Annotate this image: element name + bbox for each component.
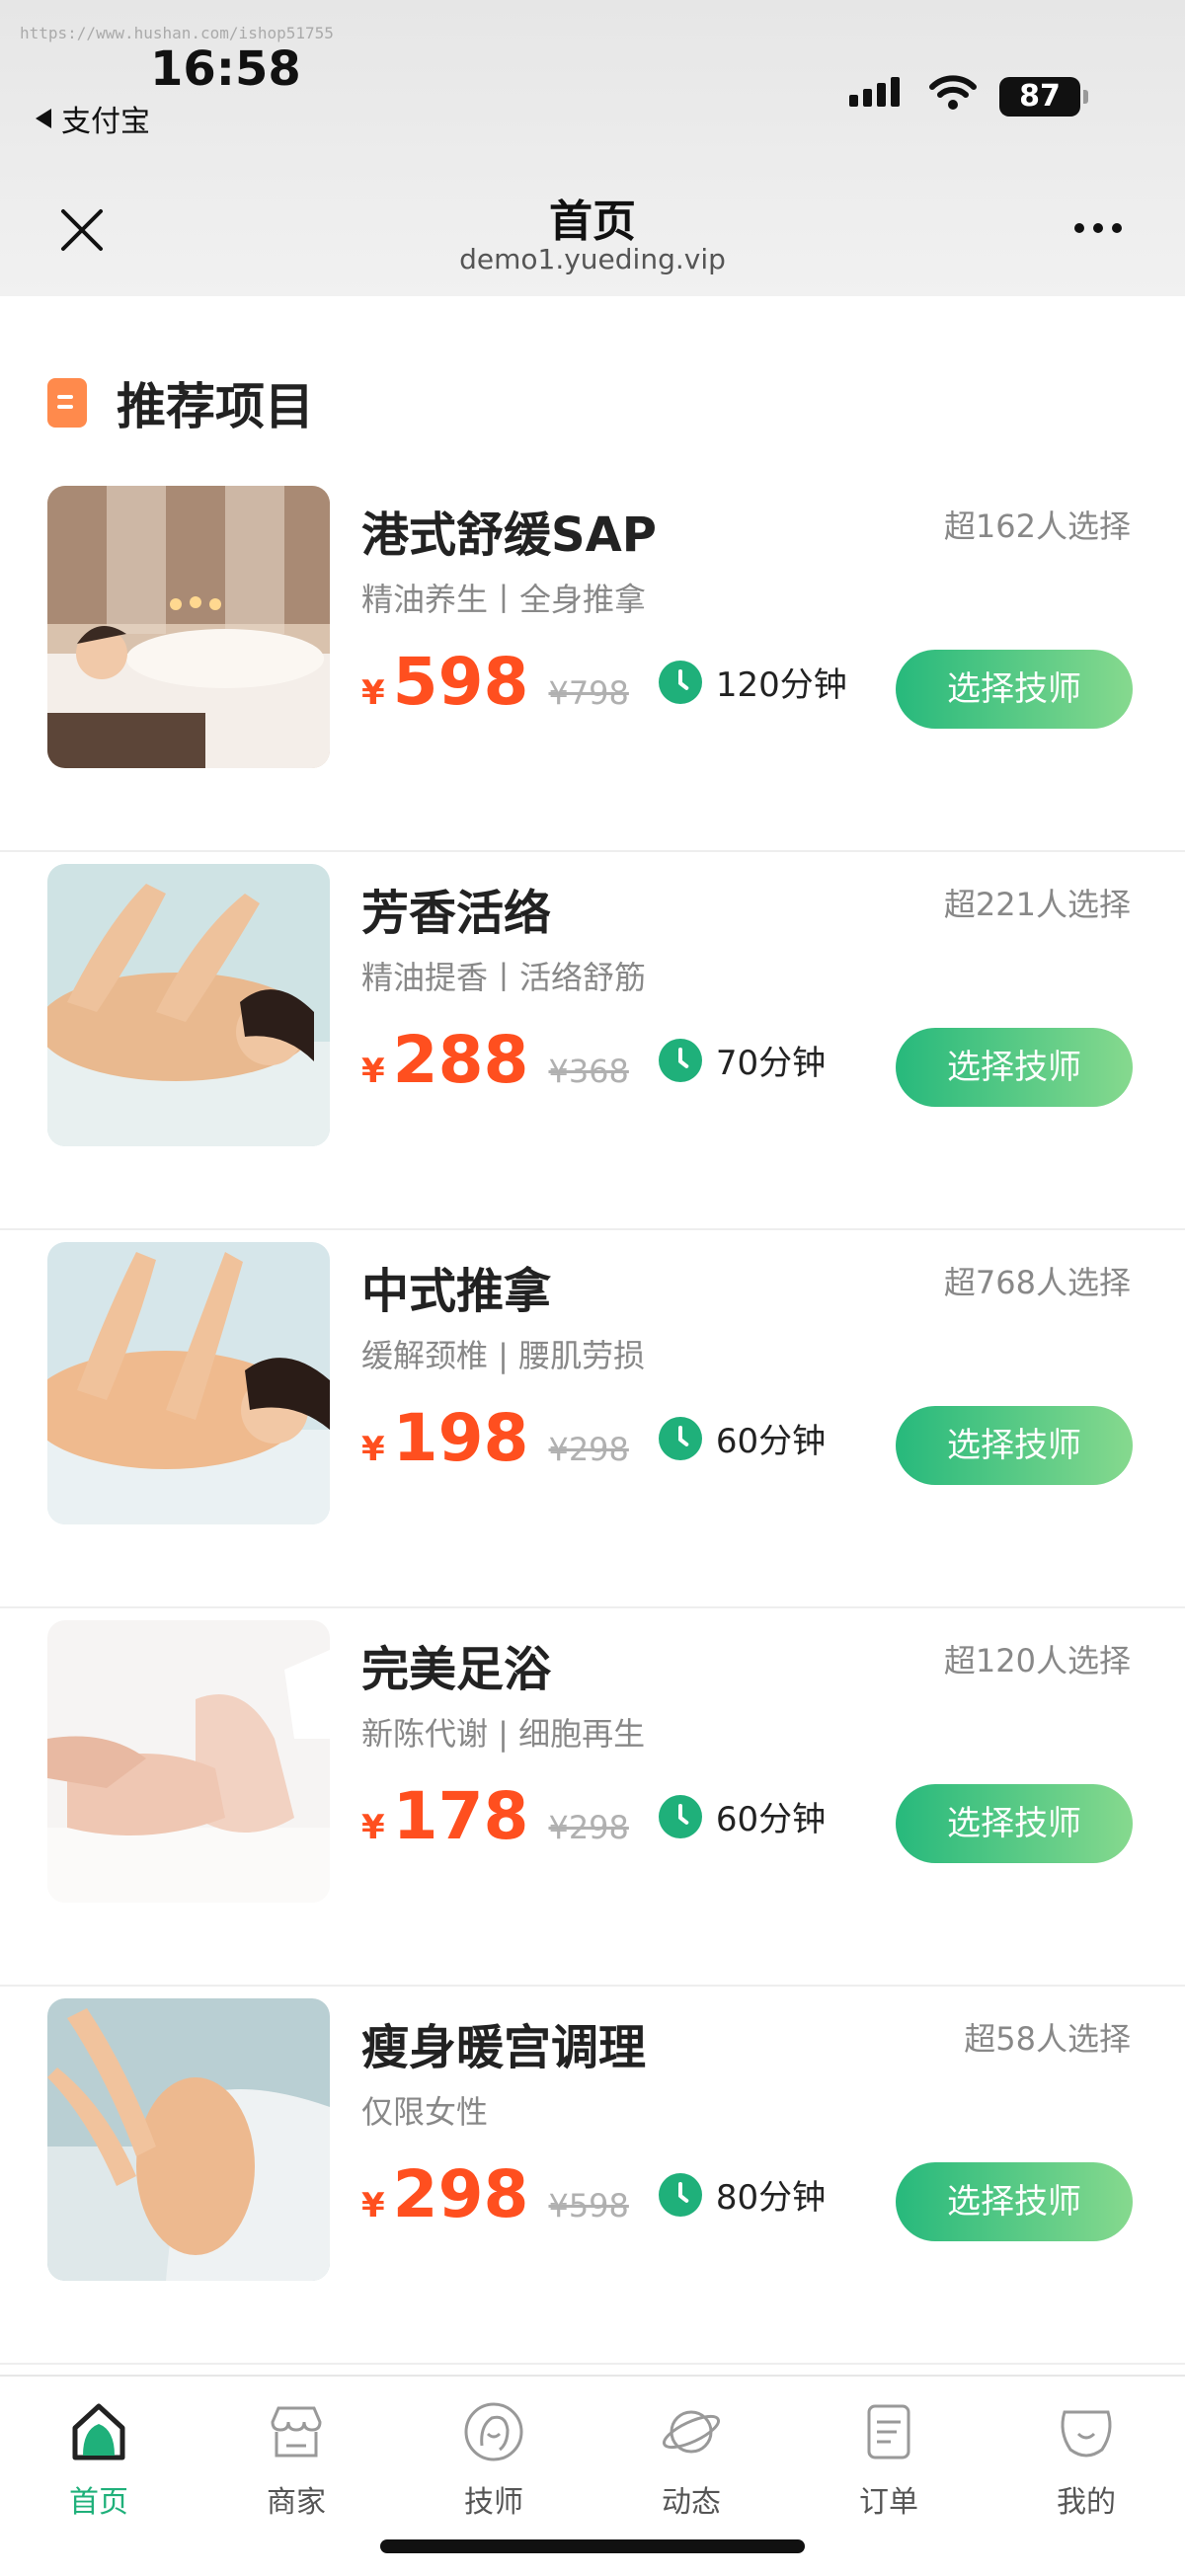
price-row: ¥ 178 ¥298 60分钟 [361, 1778, 826, 1854]
service-name: 港式舒缓SAP [361, 507, 657, 563]
service-name: 芳香活络 [361, 886, 552, 941]
service-item[interactable]: 中式推拿 超768人选择 缓解颈椎 | 腰肌劳损 ¥ 198 ¥298 60分钟… [0, 1230, 1185, 1608]
service-popularity: 超120人选择 [943, 1642, 1131, 1679]
section-title: 推荐项目 [117, 378, 314, 435]
clock-icon [658, 660, 702, 704]
service-popularity: 超768人选择 [943, 1264, 1131, 1301]
service-image [47, 1620, 330, 1903]
price-row: ¥ 598 ¥798 120分钟 [361, 644, 847, 720]
service-name: 瘦身暖宫调理 [361, 2020, 647, 2075]
page-title: 首页 [549, 196, 636, 247]
service-item[interactable]: 完美足浴 超120人选择 新陈代谢 | 细胞再生 ¥ 178 ¥298 60分钟… [0, 1608, 1185, 1987]
original-price: ¥298 [548, 1809, 629, 1846]
tab-label: 我的 [1057, 2485, 1116, 2520]
planet-icon [662, 2410, 721, 2454]
select-technician-button[interactable]: 选择技师 [896, 1028, 1133, 1107]
duration: 60分钟 [658, 1792, 827, 1840]
original-price: ¥298 [548, 1431, 629, 1468]
tab-feed[interactable]: 动态 [592, 2400, 790, 2521]
profile-icon [1061, 2410, 1112, 2458]
service-popularity: 超162人选择 [943, 507, 1131, 545]
cellular-signal-icon [849, 77, 900, 107]
page-domain: demo1.yueding.vip [459, 243, 726, 275]
tab-orders[interactable]: 订单 [790, 2400, 988, 2521]
service-item[interactable]: 瘦身暖宫调理 超58人选择 仅限女性 ¥ 298 ¥598 80分钟 选择技师 [0, 1987, 1185, 2365]
section-header: 推荐项目 [47, 367, 314, 438]
back-arrow-icon [36, 109, 51, 128]
select-technician-button[interactable]: 选择技师 [896, 650, 1133, 729]
service-tags: 新陈代谢 | 细胞再生 [361, 1715, 646, 1753]
currency-symbol: ¥ [361, 1808, 385, 1847]
duration-label: 60分钟 [715, 1422, 827, 1461]
service-item[interactable]: 港式舒缓SAP 超162人选择 精油养生丨全身推拿 ¥ 598 ¥798 120… [0, 474, 1185, 852]
service-tags: 仅限女性 [361, 2093, 489, 2131]
price-row: ¥ 288 ¥368 70分钟 [361, 1022, 826, 1098]
more-options-icon[interactable] [1074, 223, 1122, 233]
currency-symbol: ¥ [361, 673, 385, 713]
original-price: ¥798 [548, 674, 629, 712]
duration-label: 120分钟 [715, 665, 847, 705]
battery-indicator: 87 [999, 77, 1088, 117]
document-icon [47, 378, 87, 428]
current-price: 198 [392, 1400, 529, 1476]
currency-symbol: ¥ [361, 1430, 385, 1469]
service-name: 中式推拿 [361, 1264, 552, 1319]
home-indicator [380, 2539, 805, 2553]
current-price: 178 [392, 1778, 529, 1854]
currency-symbol: ¥ [361, 2186, 385, 2225]
clock-icon [658, 2172, 702, 2217]
current-price: 288 [392, 1022, 529, 1098]
home-icon [72, 2403, 125, 2460]
clock-icon [658, 1416, 702, 1460]
service-popularity: 超221人选择 [943, 886, 1131, 923]
duration: 80分钟 [658, 2170, 827, 2219]
duration: 70分钟 [658, 1036, 827, 1084]
select-technician-button[interactable]: 选择技师 [896, 2162, 1133, 2241]
back-app-label: 支付宝 [61, 105, 150, 139]
tab-merchants[interactable]: 商家 [198, 2400, 395, 2521]
tab-label: 技师 [464, 2485, 523, 2520]
select-technician-button[interactable]: 选择技师 [896, 1406, 1133, 1485]
duration: 60分钟 [658, 1414, 827, 1462]
service-tags: 缓解颈椎 | 腰肌劳损 [361, 1337, 646, 1374]
wifi-icon [929, 75, 977, 110]
service-tags: 精油提香丨活络舒筋 [361, 959, 647, 996]
store-icon [271, 2406, 322, 2458]
tab-label: 首页 [69, 2485, 128, 2520]
service-image [47, 1998, 330, 2281]
duration-label: 70分钟 [715, 1044, 827, 1083]
tab-label: 动态 [662, 2485, 721, 2520]
tab-technicians[interactable]: 技师 [395, 2400, 592, 2521]
duration-label: 60分钟 [715, 1800, 827, 1839]
currency-symbol: ¥ [361, 1052, 385, 1091]
service-popularity: 超58人选择 [964, 2020, 1131, 2058]
service-image [47, 1242, 330, 1524]
clock-icon [658, 1038, 702, 1082]
duration-label: 80分钟 [715, 2178, 827, 2218]
technician-icon [464, 2402, 523, 2461]
order-icon [867, 2404, 910, 2459]
tab-label: 商家 [267, 2485, 326, 2520]
watermark-url: https://www.hushan.com/ishop51755 [20, 24, 334, 42]
tab-label: 订单 [859, 2485, 918, 2520]
price-row: ¥ 298 ¥598 80分钟 [361, 2156, 826, 2232]
service-name: 完美足浴 [361, 1642, 552, 1697]
service-list: 港式舒缓SAP 超162人选择 精油养生丨全身推拿 ¥ 598 ¥798 120… [0, 474, 1185, 2365]
current-price: 298 [392, 2156, 529, 2232]
service-item[interactable]: 芳香活络 超221人选择 精油提香丨活络舒筋 ¥ 288 ¥368 70分钟 选… [0, 852, 1185, 1230]
current-price: 598 [392, 644, 529, 720]
tab-home[interactable]: 首页 [0, 2400, 198, 2521]
duration: 120分钟 [658, 658, 847, 706]
back-to-app-link[interactable]: 支付宝 [36, 97, 150, 140]
original-price: ¥368 [548, 1053, 629, 1090]
select-technician-button[interactable]: 选择技师 [896, 1784, 1133, 1863]
clock-icon [658, 1794, 702, 1838]
service-image [47, 486, 330, 768]
price-row: ¥ 198 ¥298 60分钟 [361, 1400, 826, 1476]
status-time: 16:58 [150, 41, 301, 97]
service-image [47, 864, 330, 1146]
original-price: ¥598 [548, 2187, 629, 2225]
tab-profile[interactable]: 我的 [988, 2400, 1185, 2521]
service-tags: 精油养生丨全身推拿 [361, 581, 647, 618]
